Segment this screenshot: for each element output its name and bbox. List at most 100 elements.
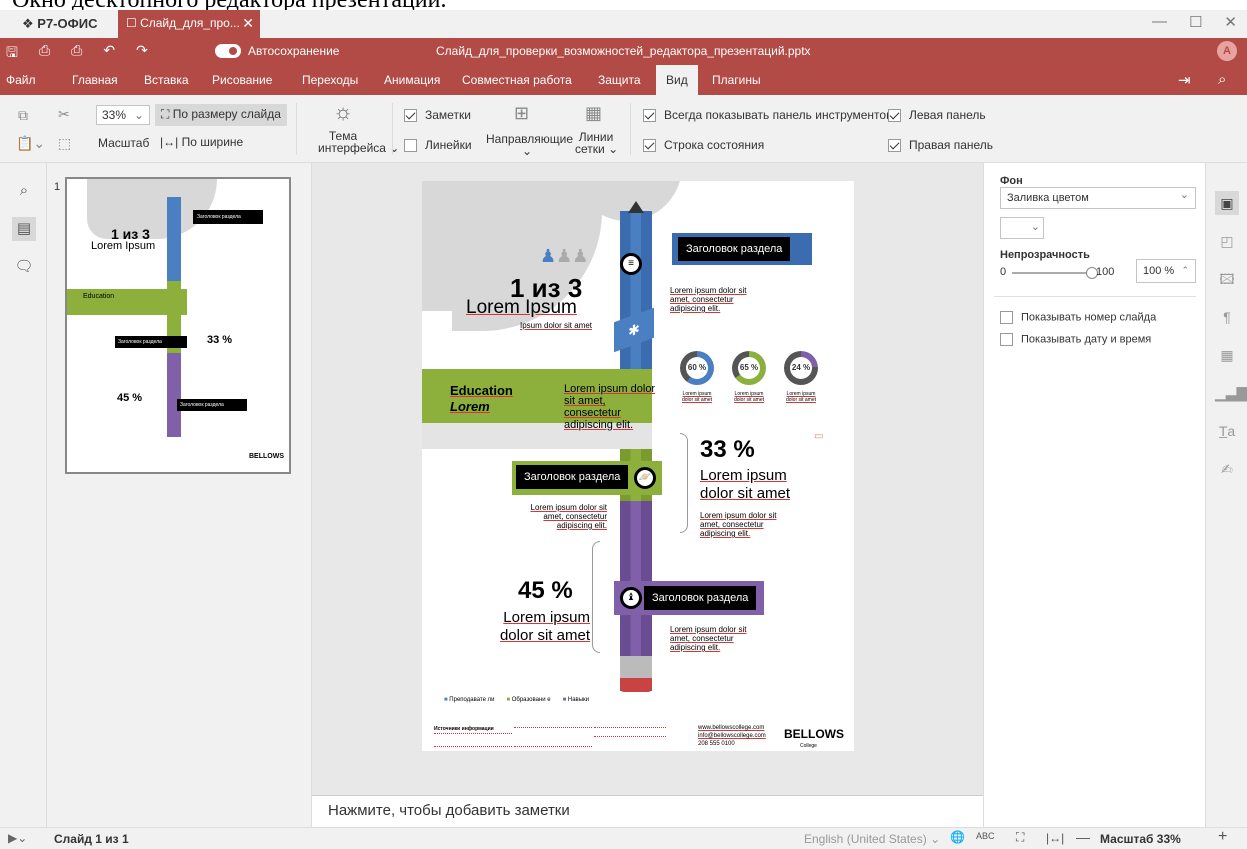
opacity-slider[interactable] [1012,267,1098,279]
language-select[interactable]: English (United States) ⌄ [804,832,940,846]
tab-collaboration[interactable]: Совместная работа [462,65,572,95]
donut-chart[interactable]: 65 % [732,351,766,385]
stat-45[interactable]: 45 % [518,577,573,605]
fit-width-icon[interactable]: |↔| [1046,831,1064,845]
guides-button[interactable]: Направляющие ⌄ [486,133,573,157]
section-header-2[interactable]: Заголовок раздела [516,465,629,489]
zoom-out-icon[interactable]: — [1076,829,1090,845]
autosave-toggle[interactable] [215,44,241,58]
education-subtitle[interactable]: Lorem [450,399,490,414]
opacity-input[interactable]: 100 % ⌃ [1136,259,1196,283]
comment-marker-icon[interactable]: ▭ [814,431,823,442]
open-file-location-icon[interactable]: ⇥ [1178,71,1191,89]
interface-theme-button[interactable]: Тема интерфейса ⌄ [318,130,399,154]
image-settings-icon[interactable]: 🖾 [1215,267,1239,291]
fit-slide-button[interactable]: ⛶ По размеру слайда [155,104,287,126]
tab-plugins[interactable]: Плагины [712,65,761,95]
body-text-2[interactable]: Lorem ipsum dolor sit amet, consectetur … [700,511,785,538]
tab-home[interactable]: Главная [72,65,118,95]
slides-icon[interactable]: ▤ [12,217,36,241]
select-all-icon[interactable]: ⬚ [58,135,71,152]
search-icon[interactable]: ⌕ [12,179,36,203]
body-text-1[interactable]: Lorem ipsum dolor sit amet, consectetur … [670,286,755,313]
lorem-title[interactable]: Lorem Ipsum [466,297,577,319]
donut-caption[interactable]: Lorem ipsum dolor sit amet [782,391,820,403]
body-text-3[interactable]: Lorem ipsum dolor sit amet, consectetur … [522,503,607,530]
lorem-subtitle[interactable]: Ipsum dolor sit amet [520,321,592,330]
stat-33[interactable]: 33 % [700,436,755,464]
slide-canvas[interactable]: Заголовок раздела ≡ ♟♟♟ 1 из 3 Lorem Ips… [312,163,983,795]
education-title[interactable]: Education [450,383,513,398]
quick-print-icon[interactable]: ⎙ [71,42,82,66]
notes-field[interactable]: Нажмите, чтобы добавить заметки [312,795,983,827]
zoom-in-icon[interactable]: + [1218,828,1227,846]
table-settings-icon[interactable]: ▦ [1215,343,1239,367]
copy-icon[interactable]: ⧉ [18,107,28,124]
tab-view[interactable]: Вид [656,65,698,95]
tab-animation[interactable]: Анимация [384,65,440,95]
tab-draw[interactable]: Рисование [212,65,272,95]
slide[interactable]: Заголовок раздела ≡ ♟♟♟ 1 из 3 Lorem Ips… [422,181,854,751]
stat-45-text[interactable]: Lorem ipsum dolor sit amet [482,609,590,645]
undo-icon[interactable]: ↶ [103,42,115,66]
close-tab-icon[interactable]: ✕ [242,15,254,32]
document-tab[interactable]: ☐ Слайд_для_про... ✕ [118,10,260,38]
sources-title[interactable]: Источники информации [434,725,494,733]
left-panel-checkbox[interactable]: Левая панель [888,108,986,123]
paste-icon[interactable]: 📋⌄ [16,135,45,152]
fill-color-picker[interactable]: ⌄ [1000,217,1044,239]
education-text[interactable]: Lorem ipsum dolor sit amet, consectetur … [564,383,656,431]
donut-caption[interactable]: Lorem ipsum dolor sit amet [730,391,768,403]
gridlines-button[interactable]: Линии сетки ⌄ [575,131,618,155]
paragraph-settings-icon[interactable]: ¶ [1215,305,1239,329]
tab-transitions[interactable]: Переходы [302,65,358,95]
textart-settings-icon[interactable]: T̲a [1215,419,1239,443]
show-date-checkbox[interactable]: Показывать дату и время [1000,333,1151,346]
donut-chart[interactable]: 24 % [784,351,818,385]
rulers-checkbox[interactable]: Линейки [404,138,472,153]
always-show-toolbar-checkbox[interactable]: Всегда показывать панель инструментов [643,108,892,123]
user-avatar[interactable]: А [1217,41,1237,61]
signature-settings-icon[interactable]: ✍ [1215,457,1239,481]
fit-slide-icon[interactable]: ⛶ [1016,830,1024,845]
globe-icon[interactable]: 🌐 [950,830,965,844]
shape-settings-icon[interactable]: ◰ [1215,229,1239,253]
stat-33-text[interactable]: Lorem ipsum dolor sit amet [700,467,810,503]
chart-settings-icon[interactable]: ▁▃▇ [1215,381,1247,405]
donut-caption[interactable]: Lorem ipsum dolor sit amet [678,391,716,403]
zoom-select[interactable]: 33% ⌄ [96,105,150,125]
close-window-icon[interactable]: ✕ [1224,13,1237,31]
section-header-3[interactable]: Заголовок раздела [644,586,757,610]
sun-icon[interactable]: ☼ [333,99,353,125]
section-header-1[interactable]: Заголовок раздела [678,237,791,261]
slide-thumbnail[interactable]: Заголовок раздела 1 из 3 Lorem Ipsum Edu… [65,177,291,474]
tab-file[interactable]: Файл [6,65,36,95]
slideshow-icon[interactable]: ▶⌄ [8,831,27,845]
comments-icon[interactable]: 🗨 [12,255,36,279]
maximize-icon[interactable]: ☐ [1189,13,1202,31]
save-icon[interactable]: 🖫 [6,42,18,66]
search-icon[interactable]: ⌕ [1218,71,1226,88]
donut-chart[interactable]: 60 % [680,351,714,385]
redo-icon[interactable]: ↷ [136,42,148,66]
spellcheck-icon[interactable]: ABC [976,831,995,841]
guides-icon[interactable]: ⊞ [514,103,529,124]
fill-type-select[interactable]: Заливка цветом [1000,187,1196,209]
slide-settings-icon[interactable]: ▣ [1215,191,1239,215]
cut-icon[interactable]: ✂ [58,106,70,123]
minimize-icon[interactable]: — [1152,13,1167,31]
notes-checkbox[interactable]: Заметки [404,108,471,123]
spinner-icon[interactable]: ⌃ [1181,265,1189,276]
show-slide-number-checkbox[interactable]: Показывать номер слайда [1000,311,1156,324]
body-text-4[interactable]: Lorem ipsum dolor sit amet, consectetur … [670,625,755,652]
fit-width-button[interactable]: |↔| По ширине [160,135,243,149]
status-bar-checkbox[interactable]: Строка состояния [643,138,764,153]
tab-protection[interactable]: Защита [598,65,641,95]
grid-icon[interactable]: ▦ [585,103,602,124]
footer-site[interactable]: www.bellowscollege.com [698,725,764,731]
tab-insert[interactable]: Вставка [144,65,189,95]
right-panel-checkbox[interactable]: Правая панель [888,138,993,153]
footer-email[interactable]: info@bellowscollege.com [698,733,766,739]
print-icon[interactable]: ⎙ [39,42,50,66]
thumb-stat-33: 33 % [207,334,233,346]
